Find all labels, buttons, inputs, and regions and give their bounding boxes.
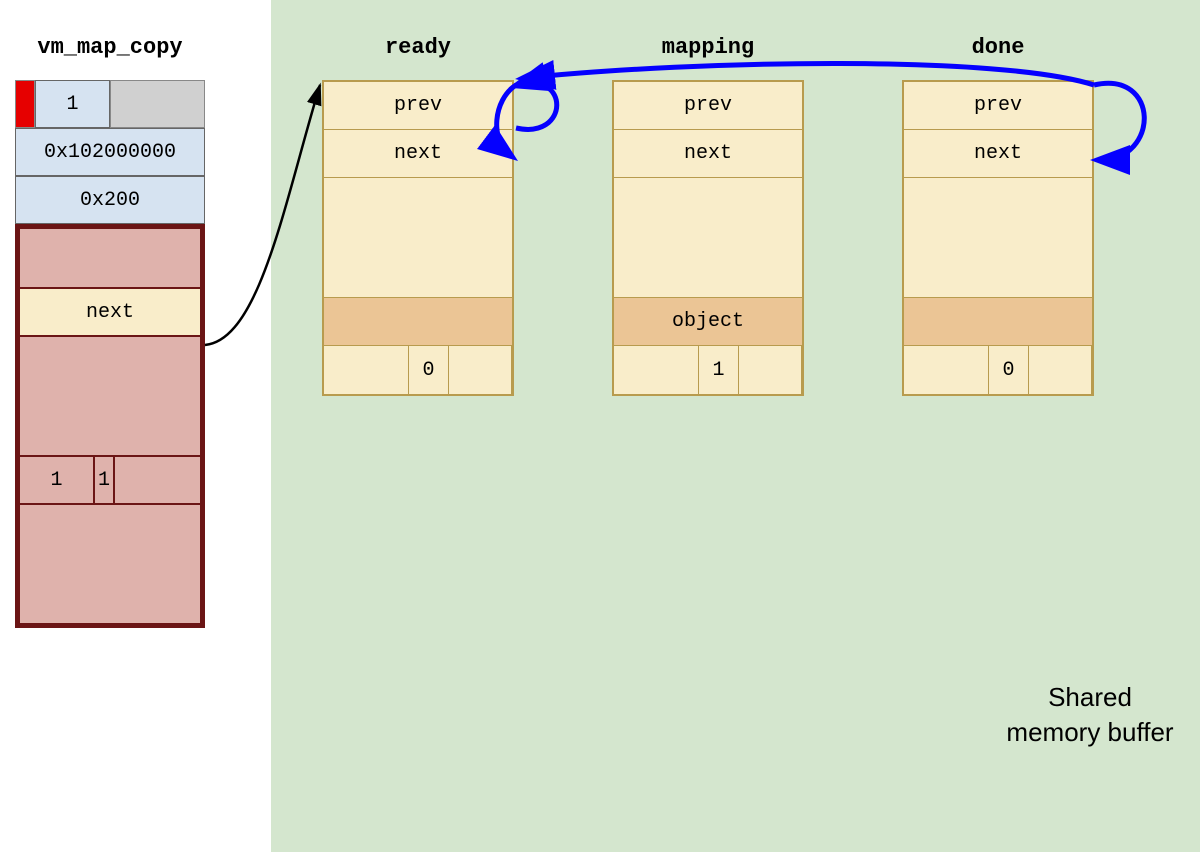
mapping-prev: prev: [614, 82, 802, 130]
ready-next: next: [324, 130, 512, 178]
vmc-header-redflag: [15, 80, 35, 128]
mapping-title: mapping: [612, 35, 804, 60]
done-prev: prev: [904, 82, 1092, 130]
ready-gap: [324, 178, 512, 298]
mapping-flag: 1: [699, 346, 739, 394]
vmc-embedded-next: next: [19, 288, 201, 336]
entry-done: prev next 0: [902, 80, 1094, 396]
vmc-embedded-pad-bottom: [19, 504, 201, 624]
vmc-flag-b: 1: [94, 456, 114, 504]
mapping-object: object: [614, 298, 802, 346]
vm-map-copy-title: vm_map_copy: [15, 35, 205, 60]
ready-flag: 0: [409, 346, 449, 394]
vm-map-copy-struct: 1 0x102000000 0x200 next 1 1: [15, 80, 205, 628]
entry-mapping: prev next object 1: [612, 80, 804, 396]
done-next: next: [904, 130, 1092, 178]
vmc-size-field: 0x200: [15, 176, 205, 224]
vmc-flag-a: 1: [19, 456, 94, 504]
shared-memory-caption: Shared memory buffer: [1000, 680, 1180, 750]
done-gap: [904, 178, 1092, 298]
vmc-embedded-gap: [19, 336, 201, 456]
done-flag: 0: [989, 346, 1029, 394]
vmc-embedded-flags: 1 1: [19, 456, 201, 504]
done-flags: 0: [904, 346, 1092, 394]
vmc-flag-pad: [114, 456, 201, 504]
mapping-next: next: [614, 130, 802, 178]
entry-ready: prev next 0: [322, 80, 514, 396]
vmc-offset-field: 0x102000000: [15, 128, 205, 176]
ready-title: ready: [322, 35, 514, 60]
vmc-header-pad: [110, 80, 205, 128]
done-object: [904, 298, 1092, 346]
mapping-flags: 1: [614, 346, 802, 394]
mapping-gap: [614, 178, 802, 298]
done-title: done: [902, 35, 1094, 60]
vmc-embedded-entry: next 1 1: [15, 224, 205, 628]
ready-prev: prev: [324, 82, 512, 130]
vmc-embedded-pad-top: [19, 228, 201, 288]
ready-object: [324, 298, 512, 346]
vmc-type-field: 1: [35, 80, 110, 128]
ready-flags: 0: [324, 346, 512, 394]
